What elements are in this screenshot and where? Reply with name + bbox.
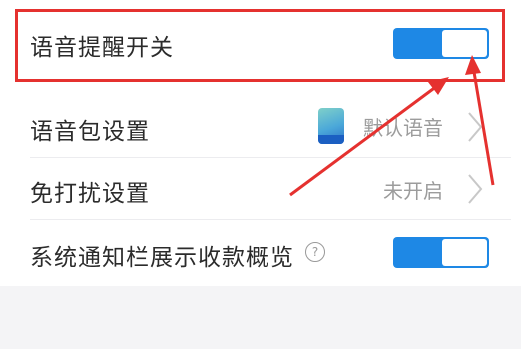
annotation-arrow-right [472, 71, 495, 186]
annotation-arrowhead [465, 55, 481, 75]
annotation-arrow-long [289, 84, 438, 197]
annotation-arrows [289, 55, 495, 197]
annotation-arrowhead [428, 77, 449, 95]
